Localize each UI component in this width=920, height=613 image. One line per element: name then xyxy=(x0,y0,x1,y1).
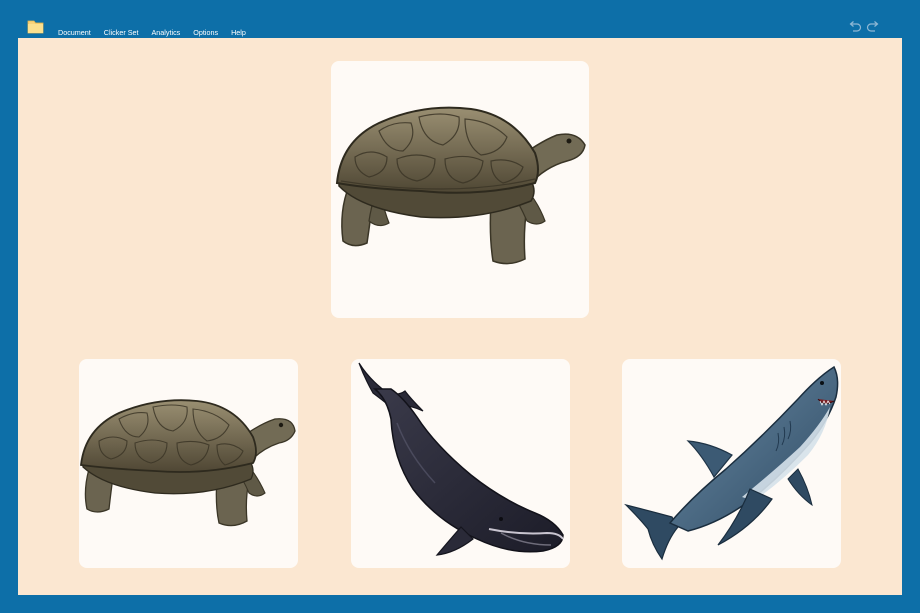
workspace xyxy=(18,38,902,595)
folder-icon[interactable] xyxy=(27,18,44,35)
menu-help[interactable]: Help xyxy=(231,28,246,37)
menu-analytics[interactable]: Analytics xyxy=(152,28,181,37)
menu-bar: Document Clicker Set Analytics Options H… xyxy=(0,0,920,38)
shark-image xyxy=(624,365,839,561)
tortoise-image xyxy=(335,106,586,265)
menu-clicker-set[interactable]: Clicker Set xyxy=(104,28,139,37)
choice-card-shark[interactable] xyxy=(622,359,841,568)
tortoise-image xyxy=(80,399,296,527)
undo-icon[interactable] xyxy=(847,19,862,34)
menu-items: Document Clicker Set Analytics Options H… xyxy=(58,28,259,37)
menu-options[interactable]: Options xyxy=(193,28,218,37)
redo-icon[interactable] xyxy=(866,19,881,34)
app-window: Document Clicker Set Analytics Options H… xyxy=(0,0,920,613)
choice-card-tortoise[interactable] xyxy=(79,359,298,568)
whale-image xyxy=(358,362,564,556)
choice-card-whale[interactable] xyxy=(351,359,570,568)
menu-document[interactable]: Document xyxy=(58,28,91,37)
prompt-card xyxy=(331,61,589,318)
